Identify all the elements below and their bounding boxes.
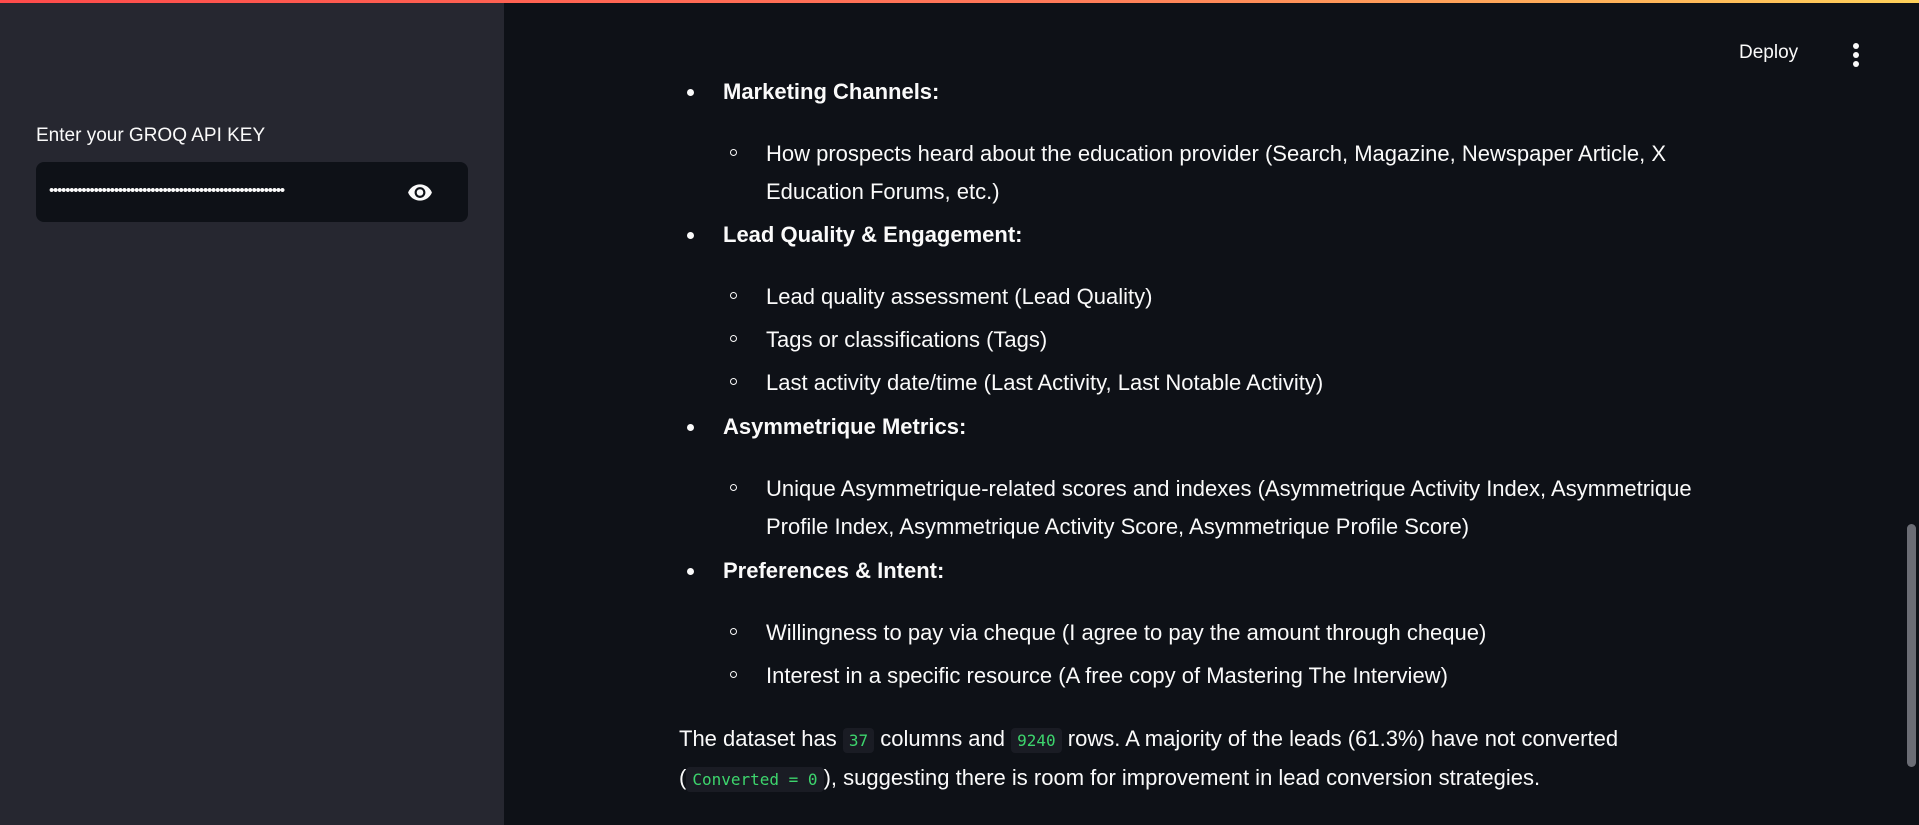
rows-count-code: 9240 bbox=[1011, 728, 1062, 753]
kebab-menu-icon[interactable] bbox=[1846, 42, 1866, 68]
circle-bullet-icon bbox=[730, 292, 737, 299]
summary-text: rows. A majority of the leads (61.3%) ha… bbox=[1061, 726, 1619, 751]
api-key-masked-value[interactable]: ••••••••••••••••••••••••••••••••••••••••… bbox=[49, 180, 417, 202]
summary-text: ), suggesting there is room for improvem… bbox=[823, 765, 1541, 790]
list-item-text: Interest in a specific resource (A free … bbox=[766, 663, 1448, 688]
sidebar: Enter your GROQ API KEY ••••••••••••••••… bbox=[0, 0, 504, 825]
summary-line-2: (Converted = 0), suggesting there is roo… bbox=[679, 759, 1540, 799]
circle-bullet-icon bbox=[730, 484, 737, 491]
circle-bullet-icon bbox=[730, 335, 737, 342]
section-title: Asymmetrique Metrics: bbox=[723, 414, 967, 439]
columns-count-code: 37 bbox=[842, 728, 875, 753]
converted-code: Converted = 0 bbox=[686, 767, 824, 792]
section-title: Preferences & Intent: bbox=[723, 558, 945, 583]
list-item-text: Willingness to pay via cheque (I agree t… bbox=[766, 620, 1487, 645]
eye-icon[interactable] bbox=[404, 179, 436, 205]
circle-bullet-icon bbox=[730, 628, 737, 635]
scrollbar-thumb[interactable] bbox=[1907, 524, 1916, 767]
list-item-text: Tags or classifications (Tags) bbox=[766, 327, 1048, 352]
summary-text: The dataset has bbox=[679, 726, 843, 751]
circle-bullet-icon bbox=[730, 671, 737, 678]
list-item-text: How prospects heard about the education … bbox=[766, 141, 1667, 166]
section-title: Lead Quality & Engagement: bbox=[723, 222, 1023, 247]
deploy-button[interactable]: Deploy bbox=[1739, 42, 1798, 64]
summary-text: columns and bbox=[874, 726, 1012, 751]
bullet-icon bbox=[687, 568, 694, 575]
top-decoration-bar bbox=[0, 0, 1919, 3]
main-area: Deploy Marketing Channels: How prospects… bbox=[504, 0, 1919, 825]
circle-bullet-icon bbox=[730, 149, 737, 156]
api-key-label: Enter your GROQ API KEY bbox=[36, 125, 266, 146]
list-item-text: Lead quality assessment (Lead Quality) bbox=[766, 284, 1153, 309]
summary-line-1: The dataset has 37 columns and 9240 rows… bbox=[679, 720, 1618, 760]
api-key-input[interactable]: ••••••••••••••••••••••••••••••••••••••••… bbox=[36, 162, 468, 222]
list-item-text: Profile Index, Asymmetrique Activity Sco… bbox=[766, 514, 1470, 539]
app-toolbar: Deploy bbox=[1699, 30, 1919, 80]
section-title: Marketing Channels: bbox=[723, 79, 940, 104]
list-item-text: Unique Asymmetrique-related scores and i… bbox=[766, 476, 1692, 501]
list-item-text: Last activity date/time (Last Activity, … bbox=[766, 370, 1324, 395]
list-item-text: Education Forums, etc.) bbox=[766, 179, 1000, 204]
bullet-icon bbox=[687, 424, 694, 431]
bullet-icon bbox=[687, 89, 694, 96]
bullet-icon bbox=[687, 232, 694, 239]
circle-bullet-icon bbox=[730, 378, 737, 385]
